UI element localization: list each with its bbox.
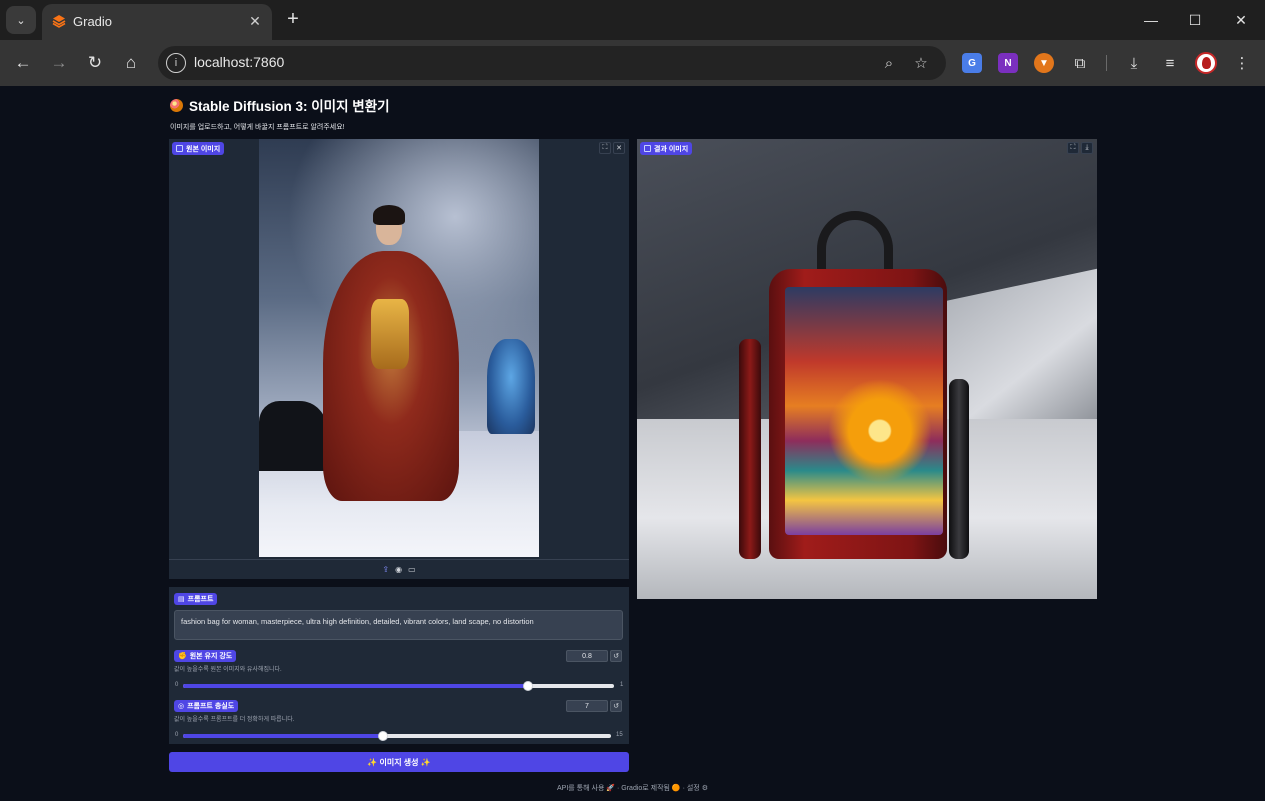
strength-number-input[interactable]: 0.8 (566, 650, 608, 662)
upload-icon[interactable]: ⇪ (382, 565, 389, 574)
guidance-max: 15 (616, 732, 623, 738)
result-image-actions: ⛶ ⤓ (1067, 142, 1093, 154)
strength-label-text: 원본 유지 강도 (189, 653, 233, 660)
strength-slider[interactable] (183, 681, 614, 691)
site-info-icon[interactable]: i (166, 53, 186, 73)
result-image (637, 139, 1097, 599)
downloads-icon[interactable]: ⤓ (1123, 52, 1145, 74)
source-image-label: 원본 이미지 (172, 142, 225, 155)
url-text[interactable]: localhost:7860 (194, 54, 284, 70)
prompt-input[interactable]: fashion bag for woman, masterpiece, ultr… (174, 610, 623, 640)
forward-icon[interactable]: → (47, 51, 71, 75)
muscle-icon: ✊ (178, 653, 187, 660)
prompt-label-text: 프롬프트 (187, 596, 214, 603)
home-icon[interactable]: ⌂ (119, 51, 143, 75)
result-image-label: 결과 이미지 (640, 142, 693, 155)
profile-avatar[interactable] (1195, 52, 1217, 74)
page-title-text: Stable Diffusion 3: 이미지 변환기 (189, 99, 390, 114)
extensions-puzzle-icon[interactable]: ⧉ (1069, 52, 1091, 74)
palette-icon (170, 98, 183, 112)
strength-label: ✊ 원본 유지 강도 (174, 650, 237, 662)
bookmark-star-icon[interactable]: ☆ (910, 52, 932, 74)
webcam-icon[interactable]: ◉ (395, 565, 402, 574)
guidance-min: 0 (175, 732, 179, 738)
maximize-button[interactable]: ☐ (1183, 8, 1207, 32)
guidance-hint: 값이 높을수록 프롬프트를 더 정확하게 따릅니다. (174, 717, 295, 723)
back-icon[interactable]: ← (11, 51, 35, 75)
source-image-panel[interactable]: 원본 이미지 ⛶ ✕ ⇪ ◉ ▭ (169, 139, 629, 579)
guidance-label: ◎ 프롬프트 충실도 (174, 700, 239, 712)
guidance-slider[interactable] (183, 731, 611, 741)
address-bar[interactable]: i localhost:7860 ⌕ ☆ (158, 46, 946, 80)
generate-button[interactable]: ✨ 이미지 생성 ✨ (169, 752, 629, 772)
reading-list-icon[interactable]: ≡ (1159, 52, 1181, 74)
guidance-slider-fill (183, 734, 383, 738)
source-image (259, 139, 539, 557)
gradio-app: Stable Diffusion 3: 이미지 변환기 이미지를 업로드하고, … (0, 86, 1265, 801)
source-image-label-text: 원본 이미지 (186, 145, 221, 153)
close-window-button[interactable]: ✕ (1229, 8, 1253, 32)
guidance-label-text: 프롬프트 충실도 (187, 703, 235, 710)
result-image-label-text: 결과 이미지 (654, 145, 689, 153)
fullscreen-icon[interactable]: ⛶ (599, 142, 611, 154)
settings-panel: ▤ 프롬프트 fashion bag for woman, masterpiec… (169, 587, 629, 744)
translate-extension-icon[interactable]: G (962, 53, 982, 73)
target-icon: ◎ (178, 703, 185, 710)
prompt-label: ▤ 프롬프트 (174, 593, 218, 605)
browser-toolbar: ← → ↻ ⌂ i localhost:7860 ⌕ ☆ G N ▼ ⧉ ⤓ ≡… (0, 40, 1265, 86)
browser-tab-bar: ⌄ Gradio ✕ + — ☐ ✕ (0, 0, 1265, 40)
toolbar-divider (1106, 55, 1107, 71)
metamask-extension-icon[interactable]: ▼ (1034, 53, 1054, 73)
reload-icon[interactable]: ↻ (83, 51, 107, 75)
image-icon (176, 145, 183, 152)
source-image-actions: ⛶ ✕ (599, 142, 625, 154)
result-image-panel: 결과 이미지 ⛶ ⤓ (637, 139, 1097, 599)
strength-slider-thumb[interactable] (522, 681, 533, 691)
page-subtitle: 이미지를 업로드하고, 어떻게 바꿀지 프롬프트로 알려주세요! (170, 124, 345, 131)
zoom-icon[interactable]: ⌕ (878, 52, 900, 74)
browser-tab[interactable]: Gradio ✕ (42, 4, 272, 40)
guidance-slider-thumb[interactable] (377, 731, 388, 741)
onenote-extension-icon[interactable]: N (998, 53, 1018, 73)
memo-icon: ▤ (178, 596, 185, 603)
tab-close-icon[interactable]: ✕ (246, 12, 264, 30)
new-tab-button[interactable]: + (283, 8, 303, 30)
footer-links[interactable]: API를 통해 사용 🚀 · Gradio로 제작됨 🟠 · 설정 ⚙ (0, 783, 1265, 793)
strength-max: 1 (620, 682, 624, 688)
source-image-toolbar: ⇪ ◉ ▭ (169, 559, 629, 579)
menu-icon[interactable]: ⋮ (1231, 52, 1253, 74)
tab-search-icon[interactable]: ⌄ (6, 6, 36, 34)
download-icon[interactable]: ⤓ (1081, 142, 1093, 154)
fullscreen-icon[interactable]: ⛶ (1067, 142, 1079, 154)
gradio-favicon-icon (52, 15, 66, 28)
guidance-reset-icon[interactable]: ↺ (610, 700, 622, 712)
strength-min: 0 (175, 682, 179, 688)
tab-title: Gradio (73, 14, 113, 29)
page-title: Stable Diffusion 3: 이미지 변환기 (170, 95, 390, 115)
minimize-button[interactable]: — (1139, 8, 1163, 32)
guidance-number-input[interactable]: 7 (566, 700, 608, 712)
strength-slider-fill (183, 684, 528, 688)
strength-hint: 값이 높을수록 원본 이미지와 유사해집니다. (174, 667, 282, 673)
clear-image-icon[interactable]: ✕ (613, 142, 625, 154)
strength-reset-icon[interactable]: ↺ (610, 650, 622, 662)
image-icon (644, 145, 651, 152)
clipboard-icon[interactable]: ▭ (408, 565, 416, 574)
